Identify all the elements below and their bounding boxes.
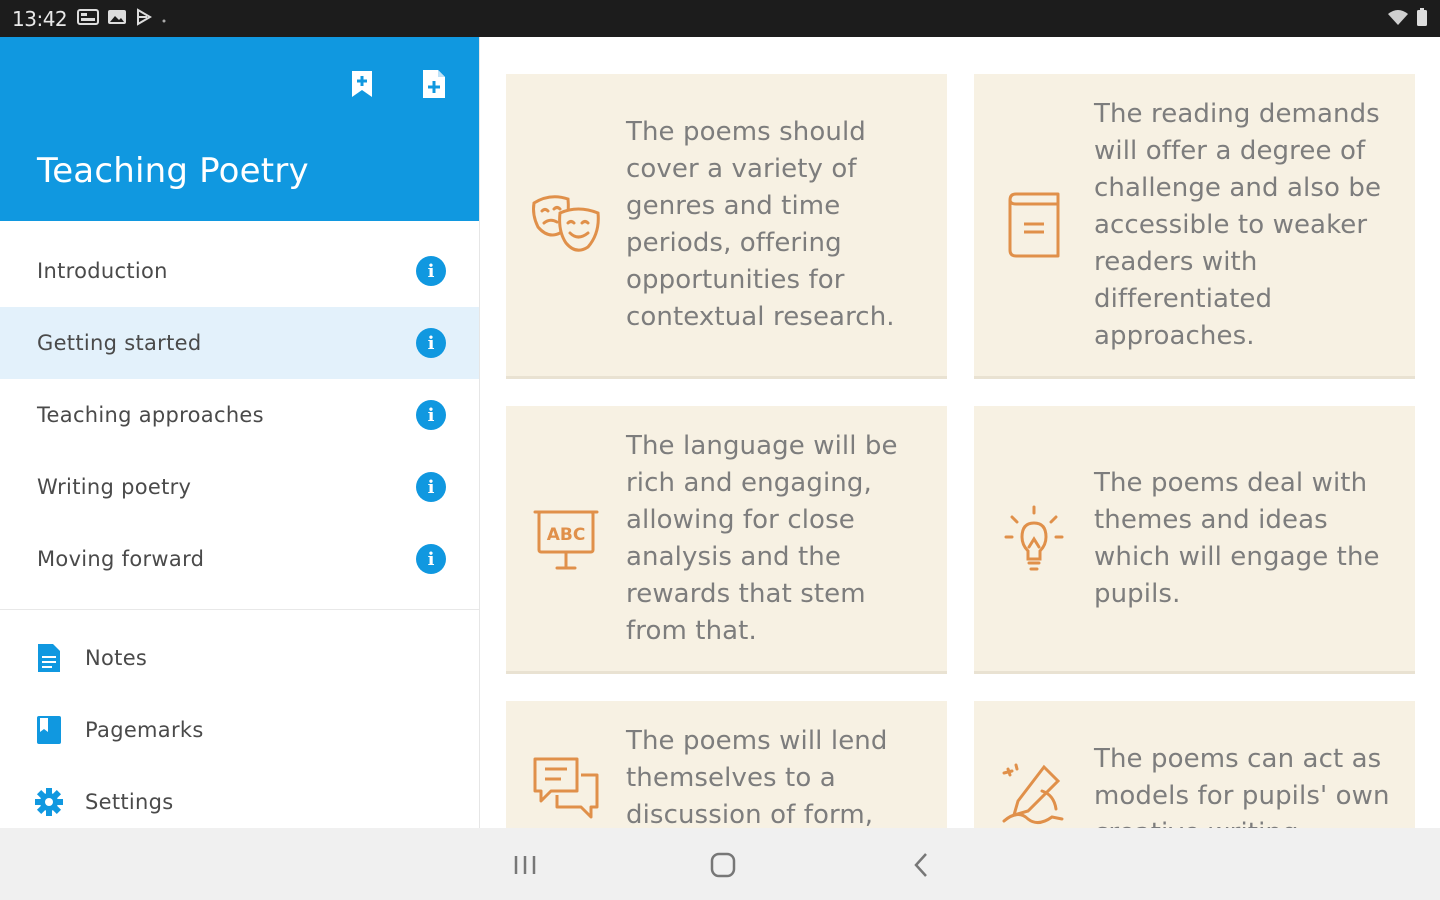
tool-item-label: Pagemarks xyxy=(85,718,204,742)
recent-apps-button[interactable] xyxy=(505,848,545,882)
menu-item-label: Teaching approaches xyxy=(37,403,264,427)
card-text: The poems should cover a variety of genr… xyxy=(626,117,895,332)
info-icon[interactable]: i xyxy=(416,472,446,502)
info-icon[interactable]: i xyxy=(416,256,446,286)
bookmark-icon xyxy=(352,71,372,97)
menu-item-writing-poetry[interactable]: Writing poetry i xyxy=(0,451,479,523)
criteria-card: The poems should cover a variety of genr… xyxy=(506,74,947,379)
dot-indicator-icon xyxy=(161,9,167,28)
header-actions xyxy=(347,67,449,101)
drawer-header: Teaching Poetry xyxy=(0,37,479,221)
image-notification-icon xyxy=(107,8,127,30)
recent-apps-icon xyxy=(514,856,536,874)
speech-bubbles-icon xyxy=(506,723,626,825)
main-content: The poems should cover a variety of genr… xyxy=(481,37,1440,828)
menu-item-label: Writing poetry xyxy=(37,475,192,499)
wifi-icon xyxy=(1386,8,1410,30)
navigation-drawer: Teaching Poetry Introduction i Getting s… xyxy=(0,37,480,828)
back-button[interactable] xyxy=(901,848,941,882)
tool-item-pagemarks[interactable]: Pagemarks xyxy=(0,694,479,766)
drawer-divider xyxy=(0,609,479,610)
menu-item-label: Introduction xyxy=(37,259,168,283)
card-text: The language will be rich and engaging, … xyxy=(626,430,898,646)
menu-item-introduction[interactable]: Introduction i xyxy=(0,235,479,307)
home-button[interactable] xyxy=(703,848,743,882)
criteria-card: ABC The language will be rich and engagi… xyxy=(506,406,947,674)
criteria-card: The poems deal with themes and ideas whi… xyxy=(974,406,1415,674)
tool-item-label: Settings xyxy=(85,790,174,814)
add-note-button[interactable] xyxy=(419,67,449,101)
book-icon xyxy=(974,190,1094,260)
chapter-menu: Introduction i Getting started i Teachin… xyxy=(0,235,479,595)
menu-item-moving-forward[interactable]: Moving forward i xyxy=(0,523,479,595)
criteria-card: The poems can act as models for pupils' … xyxy=(974,701,1415,828)
battery-icon xyxy=(1416,7,1428,31)
status-time: 13:42 xyxy=(12,6,68,31)
menu-item-teaching-approaches[interactable]: Teaching approaches i xyxy=(0,379,479,451)
criteria-card: The reading demands will offer a degree … xyxy=(974,74,1415,379)
add-note-icon xyxy=(423,70,445,98)
criteria-card: The poems will lend themselves to a disc… xyxy=(506,701,947,828)
theatre-masks-icon xyxy=(506,191,626,259)
info-icon[interactable]: i xyxy=(416,544,446,574)
play-store-notification-icon xyxy=(135,7,153,30)
menu-item-getting-started[interactable]: Getting started i xyxy=(0,307,479,379)
writing-hand-icon xyxy=(974,741,1094,828)
gallery-notification-icon xyxy=(77,8,100,30)
card-text: The reading demands will offer a degree … xyxy=(1094,98,1382,351)
menu-item-label: Moving forward xyxy=(37,547,205,571)
card-text: The poems deal with themes and ideas whi… xyxy=(1094,467,1380,609)
gear-icon xyxy=(33,786,65,818)
abc-board-icon: ABC xyxy=(506,504,626,574)
info-icon[interactable]: i xyxy=(416,328,446,358)
tool-item-settings[interactable]: Settings xyxy=(0,766,479,828)
card-text: The poems will lend themselves to a disc… xyxy=(626,726,888,828)
tool-item-notes[interactable]: Notes xyxy=(0,622,479,694)
svg-text:ABC: ABC xyxy=(547,525,586,545)
home-icon xyxy=(710,852,736,878)
tool-item-label: Notes xyxy=(85,646,148,670)
add-bookmark-button[interactable] xyxy=(347,67,377,101)
tools-menu: Notes Pagemarks Settings xyxy=(0,622,479,828)
menu-item-label: Getting started xyxy=(37,331,202,355)
notes-icon xyxy=(33,642,65,674)
status-bar: 13:42 xyxy=(0,0,1440,37)
back-icon xyxy=(914,853,927,877)
system-nav-bar xyxy=(0,828,1440,900)
card-text: The poems can act as models for pupils' … xyxy=(1094,744,1390,828)
drawer-title: Teaching Poetry xyxy=(37,151,309,191)
info-icon[interactable]: i xyxy=(416,400,446,430)
lightbulb-icon xyxy=(974,503,1094,575)
pagemarks-icon xyxy=(33,714,65,746)
